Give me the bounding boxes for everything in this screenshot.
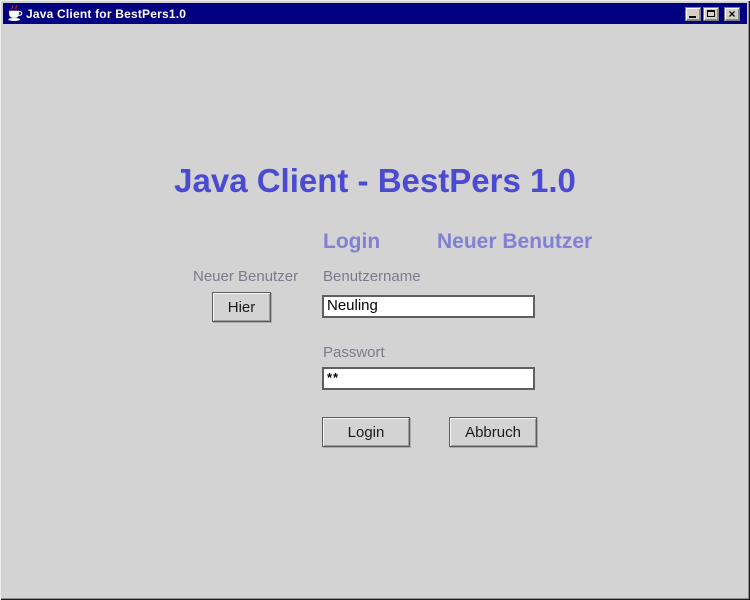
password-input[interactable] <box>322 367 535 390</box>
abbruch-button[interactable]: Abbruch <box>449 417 537 447</box>
window-controls: × <box>685 6 740 21</box>
maximize-button[interactable] <box>703 6 719 21</box>
window-title: Java Client for BestPers1.0 <box>26 6 187 21</box>
minimize-icon <box>689 15 696 18</box>
new-user-section-header: Neuer Benutzer <box>437 230 593 253</box>
username-input[interactable] <box>322 295 535 318</box>
username-label: Benutzername <box>323 268 421 285</box>
minimize-button[interactable] <box>685 6 701 21</box>
app-window: Java Client for BestPers1.0 × Java Clien… <box>0 0 750 600</box>
maximize-icon <box>707 10 715 17</box>
password-label: Passwort <box>323 344 385 361</box>
login-section-header: Login <box>323 230 381 253</box>
titlebar[interactable]: Java Client for BestPers1.0 × <box>3 3 747 24</box>
login-button[interactable]: Login <box>322 417 410 447</box>
new-user-label: Neuer Benutzer <box>193 268 299 285</box>
java-coffee-cup-icon <box>8 5 23 21</box>
close-icon: × <box>728 6 736 21</box>
page-title: Java Client - BestPers 1.0 <box>174 162 576 199</box>
close-button[interactable]: × <box>724 6 740 21</box>
hier-button[interactable]: Hier <box>212 292 271 322</box>
